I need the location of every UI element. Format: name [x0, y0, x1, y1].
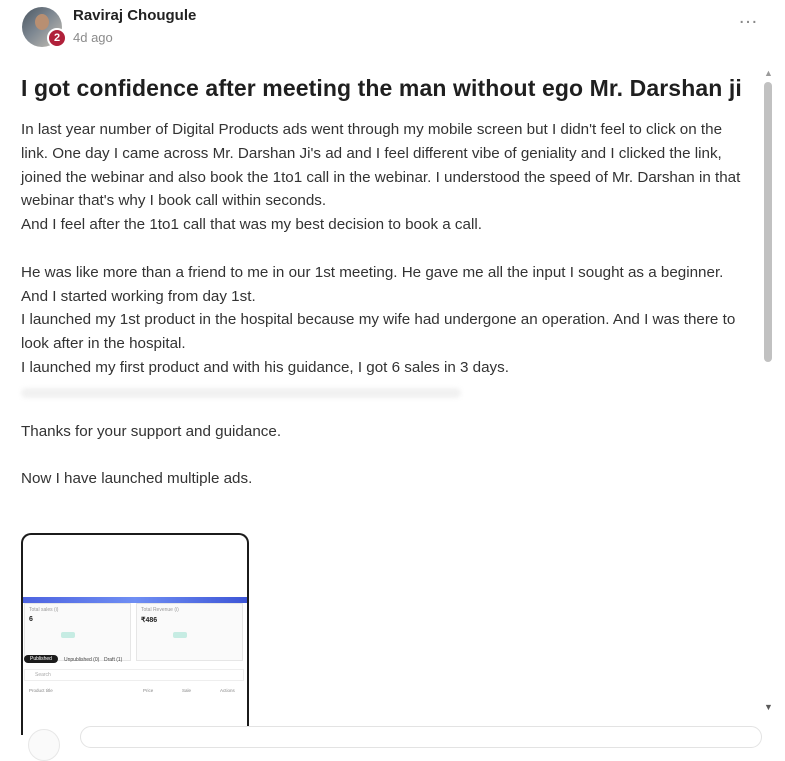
post-paragraph: Now I have launched multiple ads. [21, 470, 253, 488]
screenshot-card-value: ₹486 [141, 617, 158, 624]
post-header: 2 Raviraj Chougule 4d ago … [22, 6, 767, 50]
screenshot-col: Sale [182, 688, 192, 693]
attached-screenshot-image[interactable]: Total sales (i) 6 Total Revenue (i) ₹486… [21, 533, 249, 735]
screenshot-tab-active: Published [24, 655, 58, 663]
faded-divider [21, 387, 751, 412]
screenshot-card-label: Total Revenue (i) [141, 607, 179, 613]
post-paragraph: I launched my first product and with his… [21, 358, 509, 376]
screenshot-card-value: 6 [29, 616, 33, 623]
post-paragraph: I launched my 1st product in the hospita… [21, 311, 736, 353]
post-paragraph: In last year number of Digital Products … [21, 121, 741, 210]
post-paragraph: Thanks for your support and guidance. [21, 422, 282, 440]
scroll-down-arrow-icon[interactable]: ▼ [764, 702, 773, 712]
screenshot-tab: Unpublished (0) [64, 657, 100, 663]
level-badge: 2 [47, 28, 67, 48]
screenshot-col: Product title [29, 688, 53, 693]
commenter-avatar [28, 729, 60, 761]
sparkline [61, 632, 75, 638]
scroll-up-arrow-icon[interactable]: ▲ [764, 68, 773, 78]
post-paragraph: He was like more than a friend to me in … [21, 263, 724, 281]
post-body: In last year number of Digital Products … [21, 118, 751, 491]
comment-input[interactable] [80, 726, 762, 748]
screenshot-col: Actions [220, 688, 235, 693]
vertical-scrollbar[interactable]: ▲ ▼ [762, 66, 776, 718]
screenshot-card-label: Total sales (i) [29, 607, 59, 613]
scrollbar-thumb[interactable] [764, 82, 772, 362]
post-title: I got confidence after meeting the man w… [21, 75, 742, 101]
post-paragraph: And I feel after the 1to1 call that was … [21, 216, 482, 234]
screenshot-col: Price [143, 688, 154, 693]
author-name[interactable]: Raviraj Chougule [73, 7, 196, 24]
screenshot-tab: Draft (1) [104, 657, 123, 663]
more-options-icon[interactable]: … [738, 6, 758, 29]
screenshot-tabs: Published Unpublished (0) Draft (1) [24, 653, 244, 667]
post-paragraph: And I started working from day 1st. [21, 287, 256, 305]
post-timestamp[interactable]: 4d ago [73, 30, 113, 45]
screenshot-search: Search [24, 669, 244, 681]
sparkline [173, 632, 187, 638]
